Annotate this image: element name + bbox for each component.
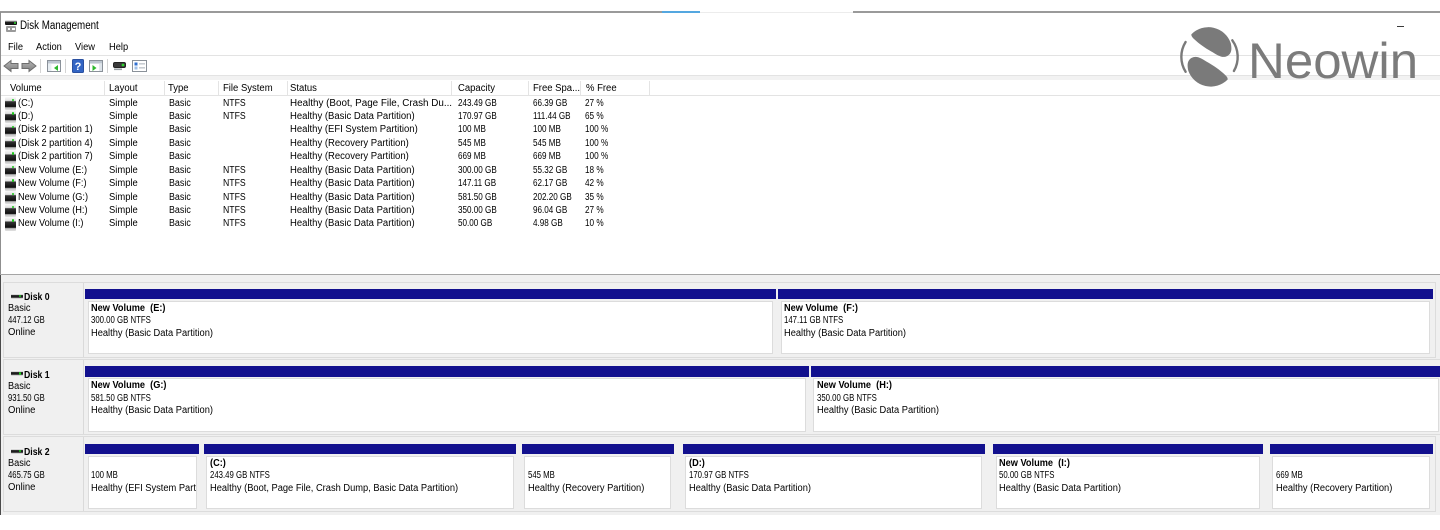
svg-text:?: ? [75,61,82,73]
